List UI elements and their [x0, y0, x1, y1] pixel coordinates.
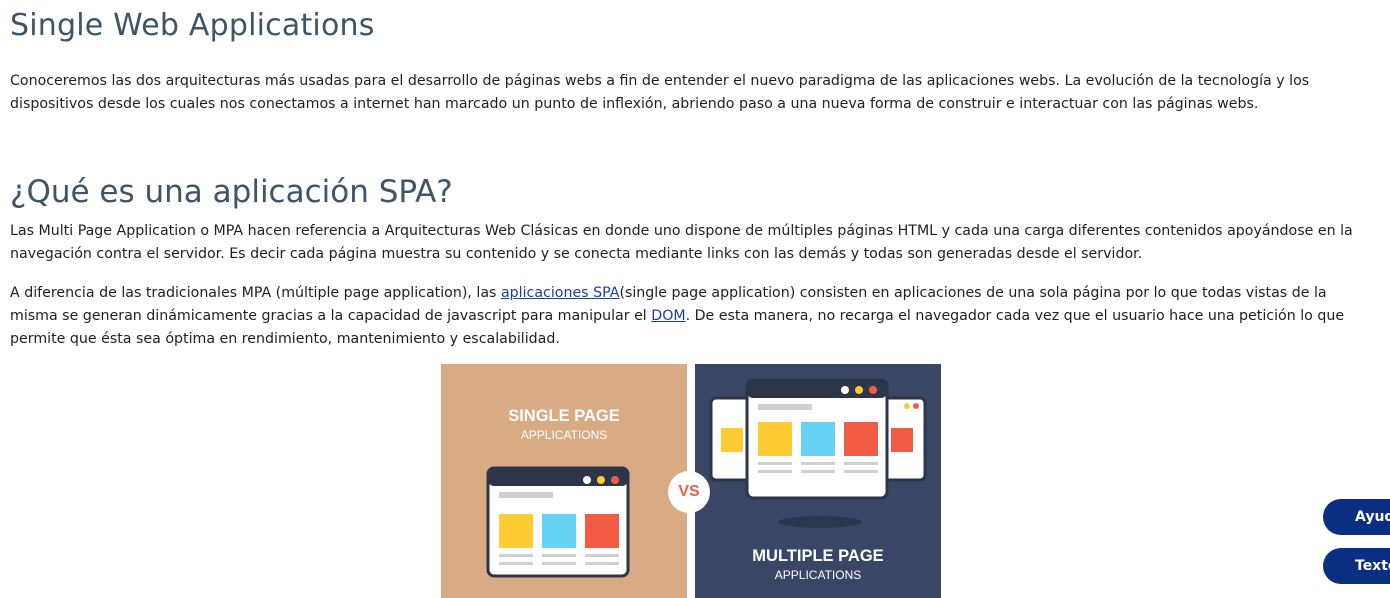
page-title: Single Web Applications	[10, 8, 375, 43]
spa-paragraph: A diferencia de las tradicionales MPA (m…	[10, 282, 1372, 351]
spa-link[interactable]: aplicaciones SPA	[501, 285, 619, 301]
intro-paragraph: Conoceremos las dos arquitecturas más us…	[10, 73, 1310, 112]
help-button[interactable]: Ayuda	[1323, 499, 1390, 535]
spa-vs-mpa-illustration: SINGLE PAGE APPLICATIONS MULTIPLE PAGE A…	[441, 364, 941, 598]
text-accessibility-button[interactable]: Texto a	[1323, 548, 1390, 584]
single-browser-window-icon	[486, 466, 630, 578]
multiple-page-subheading: APPLICATIONS	[774, 568, 862, 582]
section-title: ¿Qué es una aplicación SPA?	[10, 174, 453, 210]
single-page-panel: SINGLE PAGE APPLICATIONS	[441, 364, 687, 598]
spa-text-start: A diferencia de las tradicionales MPA (m…	[10, 285, 501, 301]
multiple-page-panel: MULTIPLE PAGE APPLICATIONS	[695, 364, 941, 598]
multiple-page-heading: MULTIPLE PAGE	[752, 547, 884, 565]
dom-link[interactable]: DOM	[651, 308, 685, 324]
vs-badge: VS	[668, 471, 710, 513]
mpa-paragraph: Las Multi Page Application o MPA hacen r…	[10, 223, 1353, 262]
